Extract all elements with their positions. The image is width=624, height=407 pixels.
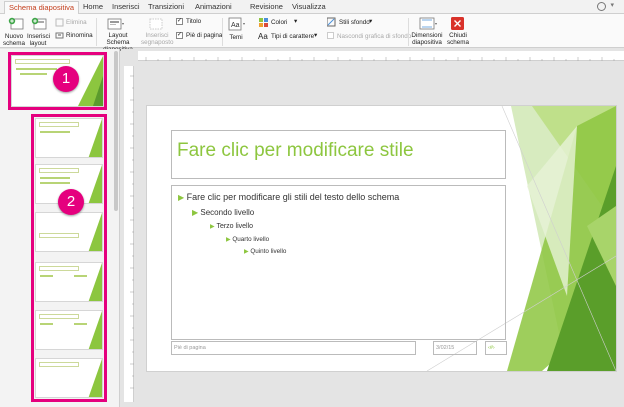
- rename-icon: [55, 32, 64, 39]
- delete-button[interactable]: Elimina: [66, 19, 87, 26]
- footer-checkbox[interactable]: ✓: [176, 32, 183, 39]
- slide-size-icon: [419, 17, 437, 30]
- colors-button[interactable]: Colori: [271, 19, 287, 26]
- layouts-highlight: [31, 114, 107, 402]
- chevron-down-icon[interactable]: ▾: [294, 18, 297, 25]
- bullet-icon: ▶: [226, 237, 231, 243]
- slide-master-canvas[interactable]: Fare clic per modificare stile ▶ Fare cl…: [147, 106, 616, 371]
- new-master-button[interactable]: Nuovo schema: [2, 33, 26, 47]
- themes-button[interactable]: Temi: [226, 34, 246, 41]
- svg-text:Aa: Aa: [231, 22, 240, 29]
- ribbon: Nuovo schema Inserisci layout Elimina Ri…: [0, 14, 624, 53]
- master-layout-icon: [107, 18, 124, 30]
- tab-home[interactable]: Home: [83, 2, 103, 11]
- title-placeholder[interactable]: Fare clic per modificare stile: [171, 130, 506, 179]
- date-text: 3/02/15: [436, 345, 455, 351]
- close-icon: [451, 17, 464, 30]
- ribbon-separator: [96, 18, 97, 46]
- slide-size-button[interactable]: Dimensioni diapositiva: [411, 32, 443, 46]
- slide-number-text: ‹#›: [488, 345, 495, 351]
- footer-placeholder[interactable]: Piè di pagina: [171, 341, 416, 355]
- new-master-icon: [8, 17, 24, 30]
- horizontal-ruler[interactable]: [138, 51, 624, 61]
- level-3-text: ▶ Terzo livello: [210, 223, 254, 230]
- title-checkbox[interactable]: ✓: [176, 18, 183, 25]
- bullet-icon: ▶: [178, 193, 185, 202]
- ruler-ticks-icon: [145, 57, 615, 61]
- callout-badge-2: 2: [58, 189, 84, 215]
- close-master-button[interactable]: Chiudi schema: [444, 32, 472, 46]
- chevron-down-icon[interactable]: ▾: [610, 1, 614, 9]
- level-5-text: ▶ Quinto livello: [244, 248, 287, 255]
- insert-placeholder-icon: [149, 18, 163, 30]
- callout-badge-1: 1: [53, 66, 79, 92]
- bullet-icon: ▶: [210, 224, 215, 230]
- thumbnail-scrollbar[interactable]: [114, 51, 118, 211]
- colors-icon: [259, 18, 268, 27]
- bg-styles-icon: [327, 17, 336, 27]
- title-checkbox-label: Titolo: [186, 18, 202, 25]
- insert-layout-button[interactable]: Inserisci layout: [27, 33, 50, 47]
- footer-text: Piè di pagina: [174, 345, 206, 351]
- ruler-ticks-icon: [130, 75, 134, 389]
- footer-checkbox-label: Piè di pagina: [186, 32, 223, 39]
- fonts-icon: Aa: [258, 32, 268, 41]
- level-4-text: ▶ Quarto livello: [226, 236, 270, 243]
- level-2-text: ▶ Secondo livello: [192, 208, 255, 217]
- insert-placeholder-button[interactable]: Inserisci segnaposto: [141, 32, 174, 46]
- body-placeholder[interactable]: ▶ Fare clic per modificare gli stili del…: [171, 185, 506, 340]
- date-placeholder[interactable]: 3/02/15: [433, 341, 477, 355]
- slide-title-text: Fare clic per modificare stile: [177, 140, 414, 161]
- tab-transitions[interactable]: Transizioni: [148, 2, 184, 11]
- bullet-icon: ▶: [244, 249, 249, 255]
- vertical-ruler[interactable]: [124, 66, 134, 402]
- hide-bg-checkbox-label: Nascondi grafica di sfondo: [337, 33, 412, 40]
- tab-slide-master[interactable]: Schema diapositiva: [4, 1, 80, 14]
- ribbon-separator: [222, 18, 223, 46]
- bullet-icon: ▶: [192, 208, 199, 217]
- chevron-down-icon[interactable]: ▾: [369, 18, 372, 25]
- fonts-button[interactable]: Tipi di carattere: [271, 33, 314, 40]
- tab-view[interactable]: Visualizza: [292, 2, 326, 11]
- bg-styles-button[interactable]: Stili sfondo: [339, 19, 370, 26]
- chevron-down-icon[interactable]: ▾: [314, 32, 317, 39]
- slide-number-placeholder[interactable]: ‹#›: [485, 341, 507, 355]
- themes-icon: Aa: [228, 17, 245, 31]
- feedback-smiley-icon[interactable]: [597, 2, 606, 11]
- insert-layout-icon: [31, 17, 47, 30]
- hide-bg-checkbox[interactable]: [327, 32, 334, 39]
- ribbon-separator: [408, 18, 409, 46]
- rename-button[interactable]: Rinomina: [66, 32, 93, 39]
- tab-animations[interactable]: Animazioni: [195, 2, 232, 11]
- delete-icon: [55, 18, 64, 27]
- level-1-text: ▶ Fare clic per modificare gli stili del…: [178, 192, 400, 202]
- ribbon-tab-bar: Schema diapositiva Home Inserisci Transi…: [0, 0, 624, 14]
- tab-insert[interactable]: Inserisci: [112, 2, 140, 11]
- tab-review[interactable]: Revisione: [250, 2, 283, 11]
